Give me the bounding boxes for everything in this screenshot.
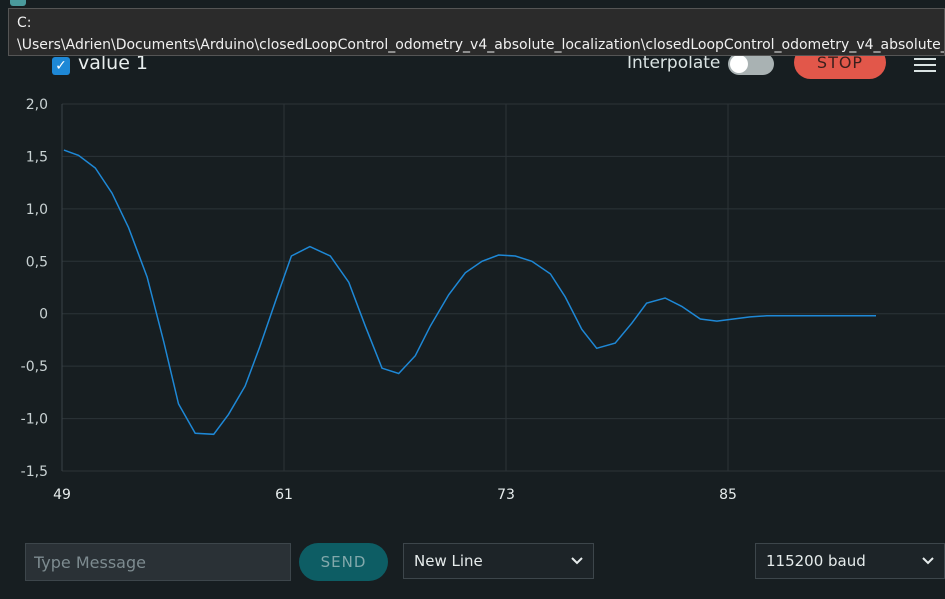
line-ending-value: New Line xyxy=(414,552,483,570)
window-tab-indicator xyxy=(10,0,26,6)
y-tick-label: 1,5 xyxy=(26,149,48,165)
y-tick-label: 1,0 xyxy=(26,202,48,218)
send-button[interactable]: SEND xyxy=(299,543,388,581)
line-ending-select[interactable]: New Line xyxy=(403,543,594,579)
message-input[interactable] xyxy=(25,543,291,581)
y-tick-label: -1,0 xyxy=(21,412,48,428)
baud-rate-value: 115200 baud xyxy=(766,552,866,570)
file-path-tooltip: C: \Users\Adrien\Documents\Arduino\close… xyxy=(8,8,945,56)
series-line xyxy=(63,149,876,436)
checkmark-icon: ✓ xyxy=(55,58,67,74)
x-tick-label: 61 xyxy=(275,487,293,503)
x-tick-label: 49 xyxy=(53,487,71,503)
chevron-down-icon xyxy=(922,544,934,565)
x-tick-label: 85 xyxy=(719,487,737,503)
interpolate-toggle[interactable] xyxy=(728,53,774,75)
y-tick-label: 0 xyxy=(39,307,48,323)
baud-rate-select[interactable]: 115200 baud xyxy=(755,543,945,579)
y-tick-label: -1,5 xyxy=(21,464,48,480)
tooltip-line-2: \Users\Adrien\Documents\Arduino\closedLo… xyxy=(17,37,945,53)
x-tick-label: 73 xyxy=(497,487,515,503)
y-tick-label: 2,0 xyxy=(26,97,48,113)
toggle-knob xyxy=(730,55,748,73)
tooltip-line-1: C: xyxy=(17,15,32,31)
chevron-down-icon xyxy=(571,544,583,565)
legend-checkbox[interactable]: ✓ xyxy=(52,57,70,75)
interpolate-label: Interpolate xyxy=(627,53,721,73)
y-tick-label: 0,5 xyxy=(26,254,48,270)
plot-chart: 2,0 1,5 1,0 0,5 0 -0,5 -1,0 -1,5 49 61 73 85 xyxy=(21,97,945,503)
menu-icon[interactable] xyxy=(914,56,936,74)
y-tick-label: -0,5 xyxy=(21,359,48,375)
